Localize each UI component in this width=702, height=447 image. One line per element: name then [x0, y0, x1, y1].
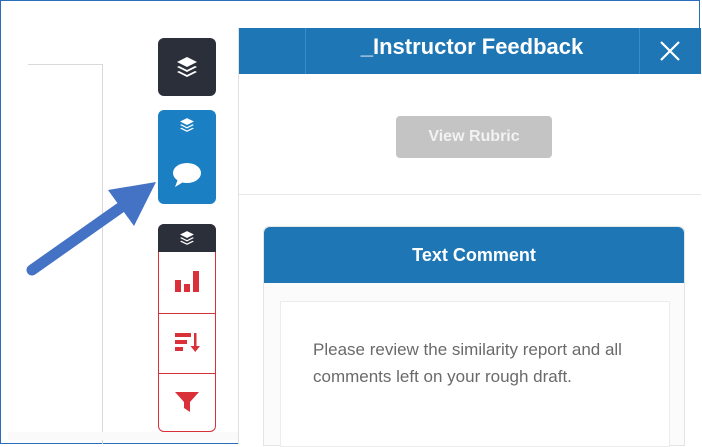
- comment-layer-toggle[interactable]: [158, 110, 216, 140]
- bar-chart-icon: [175, 271, 199, 292]
- comment-tool-button[interactable]: [158, 148, 216, 202]
- view-rubric-button[interactable]: View Rubric: [396, 116, 552, 158]
- layers-icon: [177, 57, 197, 77]
- layers-icon: [180, 118, 194, 132]
- rubric-section: View Rubric: [239, 74, 701, 195]
- annotation-arrow: [26, 182, 156, 276]
- feedback-panel: _Instructor Feedback View Rubric Text Co…: [238, 28, 701, 447]
- panel-title: _Instructor Feedback: [360, 34, 584, 59]
- match-overview-button[interactable]: [159, 253, 215, 309]
- similarity-layer-toggle[interactable]: [158, 224, 216, 252]
- text-comment-body[interactable]: Please review the similarity report and …: [280, 301, 670, 447]
- similarity-tool-group: [158, 224, 216, 432]
- comment-icon: [173, 163, 201, 187]
- filter-button[interactable]: [159, 373, 215, 430]
- layers-toggle-button[interactable]: [158, 38, 216, 96]
- sort-matches-button[interactable]: [159, 313, 215, 370]
- layers-icon: [180, 231, 194, 245]
- text-comment-card: Text Comment Please review the similarit…: [263, 226, 685, 447]
- panel-header: _Instructor Feedback: [239, 28, 701, 74]
- close-button[interactable]: [639, 28, 701, 74]
- sort-icon: [175, 333, 200, 352]
- comment-text: Please review the similarity report and …: [313, 340, 622, 386]
- close-icon: [660, 41, 680, 61]
- filter-icon: [175, 392, 199, 412]
- text-comment-header: Text Comment: [264, 227, 684, 283]
- comment-tool-group: [158, 110, 216, 204]
- document-border-top: [28, 64, 102, 65]
